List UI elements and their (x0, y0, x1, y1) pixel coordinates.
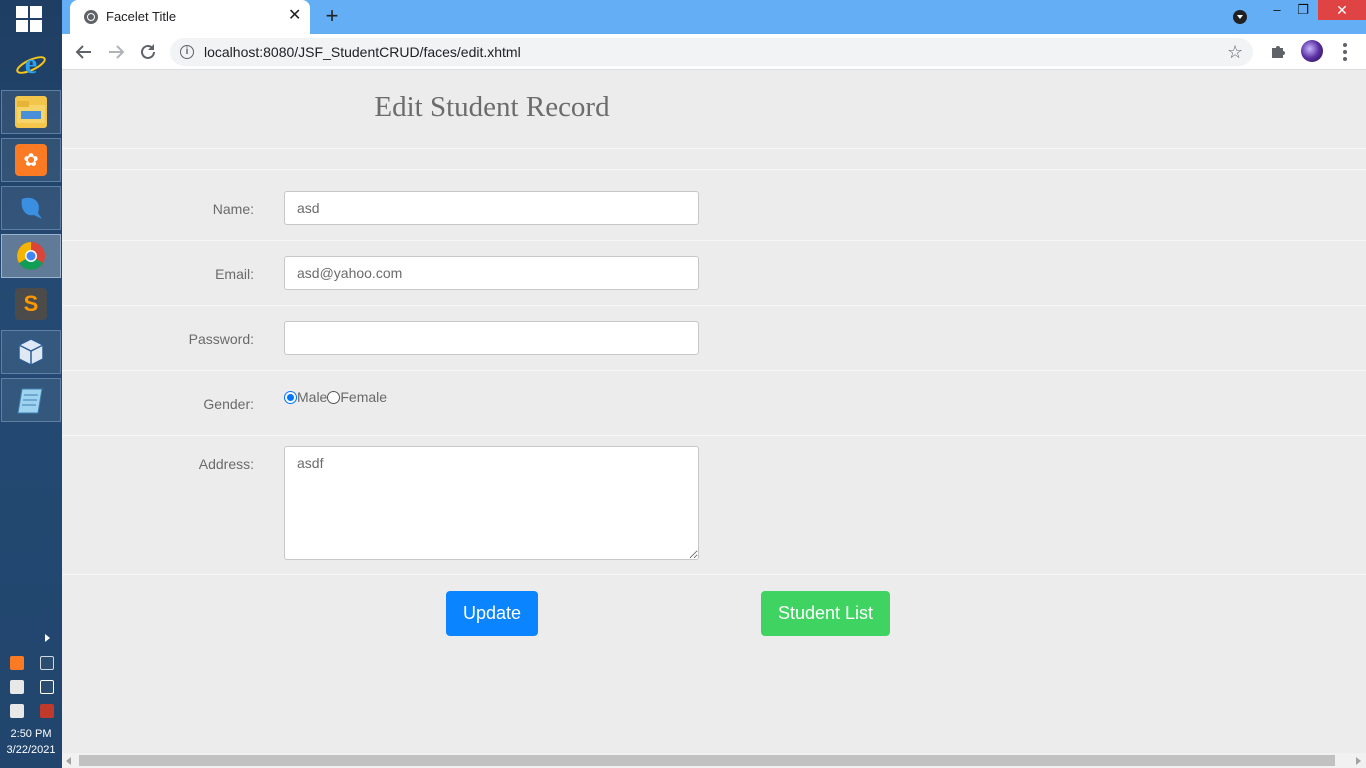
reload-icon[interactable] (136, 40, 160, 64)
notepad-icon (15, 384, 47, 416)
clock-date[interactable]: 3/22/2021 (0, 743, 62, 757)
cube-icon (15, 336, 47, 368)
taskbar-virtualbox[interactable] (1, 330, 61, 374)
back-arrow-icon[interactable] (72, 40, 96, 64)
browser-toolbar: i localhost:8080/JSF_StudentCRUD/faces/e… (62, 34, 1366, 70)
address-textarea[interactable]: asdf (284, 446, 699, 560)
security-shield-icon[interactable] (40, 704, 54, 718)
taskbar-xampp[interactable]: ✿ (1, 138, 61, 182)
taskbar-ie[interactable]: e (1, 42, 61, 86)
tab-search-icon[interactable] (1233, 10, 1247, 24)
password-label: Password: (188, 331, 254, 347)
email-label: Email: (215, 266, 254, 282)
divider (62, 574, 1366, 575)
divider (62, 169, 1366, 170)
taskbar-file-explorer[interactable] (1, 90, 61, 134)
email-input[interactable] (284, 256, 699, 290)
page-title: Edit Student Record (374, 91, 610, 123)
divider (62, 148, 1366, 149)
restore-button[interactable]: ❐ (1290, 0, 1316, 20)
taskbar-sublime[interactable]: S (1, 282, 61, 326)
bookmark-star-icon[interactable]: ☆ (1227, 41, 1243, 63)
network-error-icon[interactable] (40, 656, 54, 670)
divider (62, 435, 1366, 436)
horizontal-scrollbar[interactable] (62, 753, 1366, 768)
minimize-button[interactable]: – (1264, 0, 1290, 20)
volume-muted-icon[interactable] (10, 680, 24, 694)
tray-row-3 (10, 704, 54, 720)
profile-avatar[interactable] (1301, 40, 1323, 62)
update-button[interactable]: Update (446, 591, 538, 636)
sublime-icon: S (15, 288, 47, 320)
forward-arrow-icon[interactable] (104, 40, 128, 64)
tray-expand-icon[interactable] (45, 634, 50, 642)
tab-title: Facelet Title (106, 9, 177, 24)
tab-facelet-title[interactable]: Facelet Title ✕ (70, 0, 310, 34)
address-bar[interactable]: i localhost:8080/JSF_StudentCRUD/faces/e… (170, 38, 1253, 66)
address-label: Address: (198, 456, 254, 472)
taskbar-chrome[interactable] (1, 234, 61, 278)
battery-icon[interactable] (40, 680, 54, 694)
gender-radio-group: Male Female (284, 389, 387, 405)
taskbar-notepad[interactable] (1, 378, 61, 422)
globe-icon (84, 10, 98, 24)
gender-female-radio[interactable] (327, 390, 341, 404)
gender-female-label[interactable]: Female (340, 389, 387, 405)
name-label: Name: (212, 201, 254, 217)
action-center-flag-icon[interactable] (10, 704, 24, 718)
new-tab-button[interactable]: + (320, 4, 344, 28)
password-input[interactable] (284, 321, 699, 355)
chrome-icon (15, 240, 47, 272)
scroll-left-arrow-icon[interactable] (66, 757, 71, 765)
site-info-icon[interactable]: i (180, 45, 194, 59)
taskbar: e ✿ S 2:50 PM 3/22/2021 (0, 0, 62, 768)
clock-time[interactable]: 2:50 PM (0, 727, 62, 741)
close-window-button[interactable]: ✕ (1318, 0, 1366, 20)
divider (62, 305, 1366, 306)
scroll-right-arrow-icon[interactable] (1356, 757, 1361, 765)
gender-male-radio[interactable] (284, 390, 297, 404)
extensions-puzzle-icon[interactable] (1270, 42, 1288, 60)
tab-close-icon[interactable]: ✕ (288, 7, 301, 25)
folder-icon (15, 96, 47, 128)
tray-row-2 (10, 680, 54, 696)
page-content: Edit Student Record Name: Email: Passwor… (62, 71, 1366, 753)
student-list-button[interactable]: Student List (761, 591, 890, 636)
tray-row-1 (10, 656, 54, 672)
menu-dots-icon[interactable] (1342, 40, 1348, 64)
gender-label: Gender: (203, 396, 254, 412)
xampp-icon: ✿ (15, 144, 47, 176)
divider (62, 370, 1366, 371)
tab-strip: Facelet Title ✕ + – ❐ ✕ (62, 0, 1366, 34)
taskbar-mysql-workbench[interactable] (1, 186, 61, 230)
windows-start-icon[interactable] (16, 6, 44, 34)
ie-icon: e (15, 48, 47, 80)
divider (62, 240, 1366, 241)
name-input[interactable] (284, 191, 699, 225)
scrollbar-thumb[interactable] (79, 755, 1335, 766)
gender-male-label[interactable]: Male (297, 389, 327, 405)
svg-text:e: e (25, 49, 37, 80)
dolphin-icon (15, 192, 47, 224)
url-text[interactable]: localhost:8080/JSF_StudentCRUD/faces/edi… (204, 44, 521, 60)
xampp-tray-icon[interactable] (10, 656, 24, 670)
